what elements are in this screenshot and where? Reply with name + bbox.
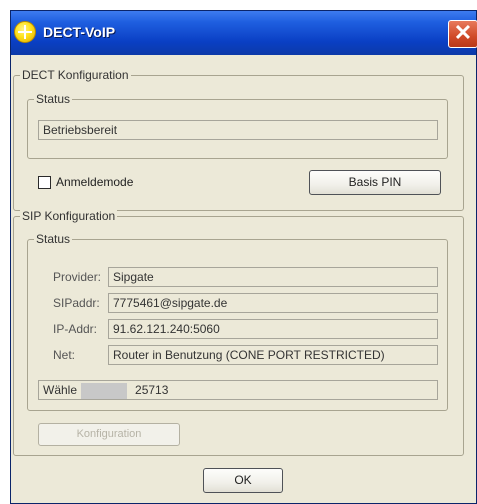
dect-config-legend: DECT Konfiguration (20, 68, 131, 83)
net-label: Net: (53, 348, 76, 362)
ok-button[interactable]: OK (203, 468, 283, 493)
dial-status-field: Wähle 25713 (38, 380, 438, 400)
dect-status-field: Betriebsbereit (38, 120, 438, 140)
ipaddr-label: IP-Addr: (53, 322, 98, 336)
dect-status-group: Status Betriebsbereit (27, 92, 448, 159)
basis-pin-button[interactable]: Basis PIN (309, 170, 441, 195)
title-bar[interactable]: DECT-VoIP ✕ (11, 11, 477, 55)
dect-config-group: DECT Konfiguration Status Betriebsbereit… (13, 68, 464, 211)
konfiguration-button[interactable]: Konfiguration (38, 423, 180, 446)
provider-field: Sipgate (108, 267, 438, 287)
provider-label: Provider: (53, 270, 102, 284)
close-button[interactable]: ✕ (448, 20, 477, 48)
redacted-block (81, 382, 128, 399)
sipaddr-label: SIPaddr: (53, 296, 100, 310)
dialog-window: DECT-VoIP ✕ DECT Konfiguration Status Be… (10, 10, 477, 504)
dial-prefix: Wähle (43, 383, 78, 397)
sipaddr-field: 7775461@sipgate.de (108, 293, 438, 313)
sip-config-group: SIP Konfiguration Status Provider: Sipga… (13, 209, 464, 456)
app-icon (14, 21, 36, 43)
ipaddr-field: 91.62.121.240:5060 (108, 319, 438, 339)
sip-status-group: Status Provider: Sipgate SIPaddr: 777546… (27, 232, 448, 411)
sip-config-legend: SIP Konfiguration (20, 209, 118, 224)
net-field: Router in Benutzung (CONE PORT RESTRICTE… (108, 345, 438, 365)
dect-status-legend: Status (34, 92, 73, 107)
window-title: DECT-VoIP (43, 24, 116, 40)
dial-number: 25713 (135, 383, 169, 397)
anmeldemode-label[interactable]: Anmeldemode (56, 174, 133, 190)
sip-status-legend: Status (34, 232, 73, 247)
anmeldemode-checkbox[interactable] (38, 176, 51, 189)
